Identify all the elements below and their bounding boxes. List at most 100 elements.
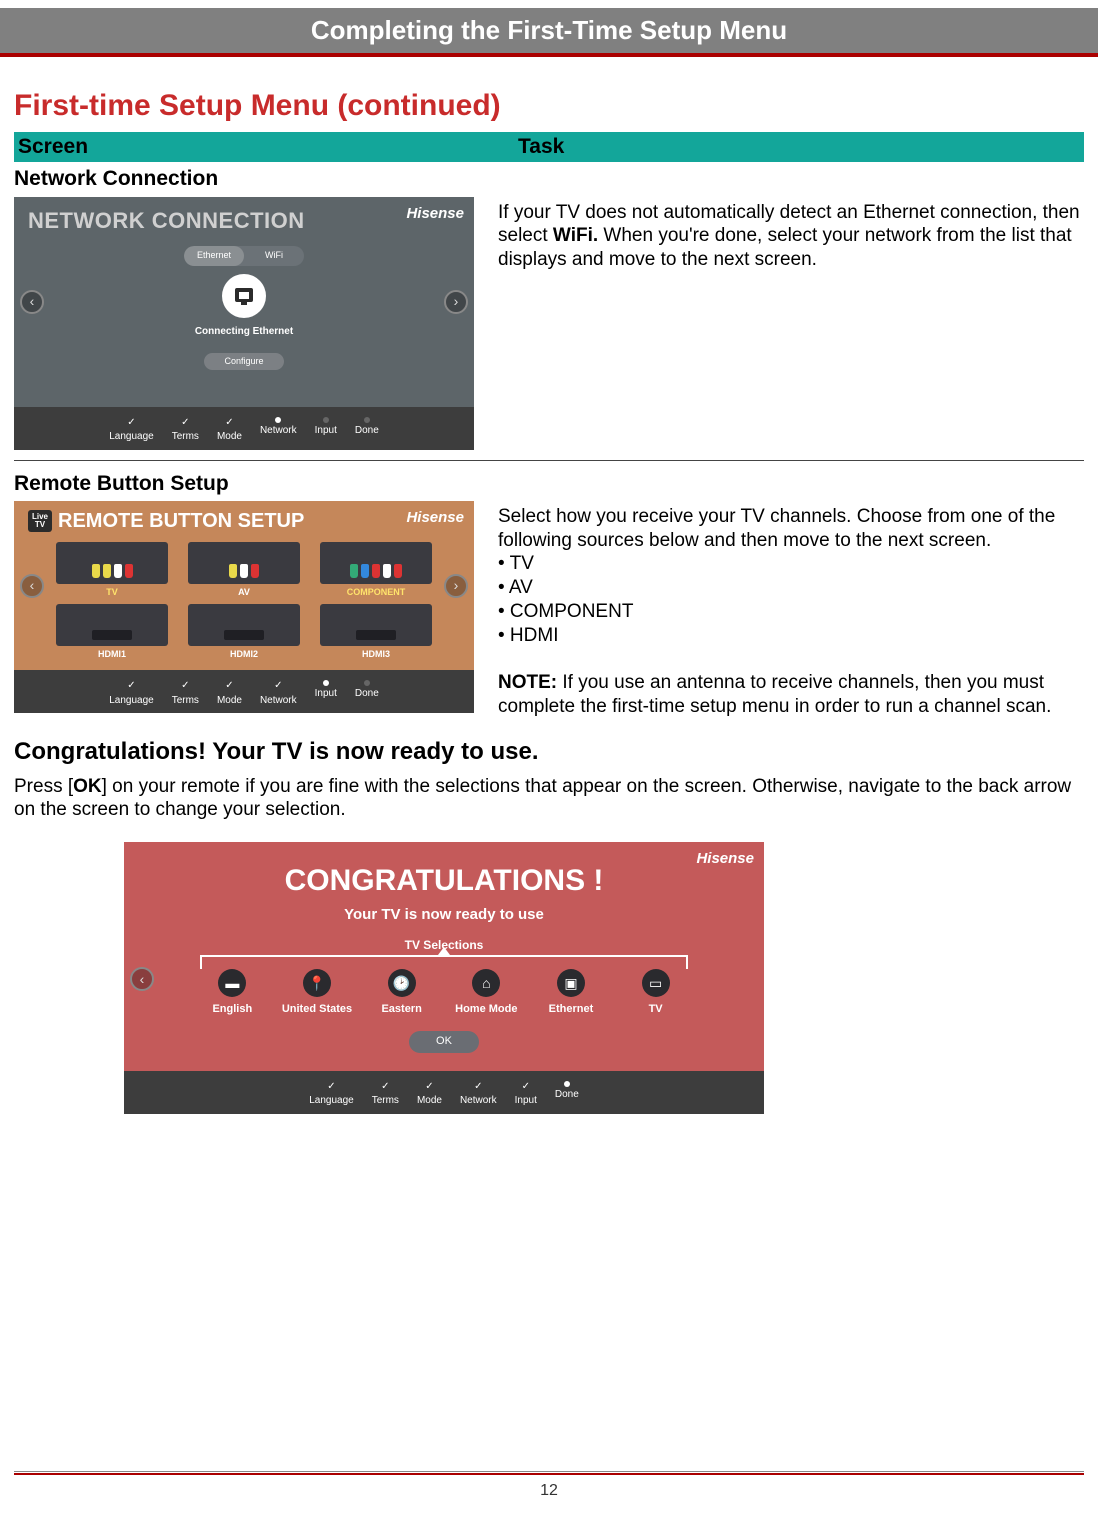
check-icon: ✓ bbox=[225, 680, 233, 693]
ethernet-icon: ▣ bbox=[557, 969, 585, 997]
row-label-network: Network Connection bbox=[14, 166, 1084, 192]
sel-input: ▭TV bbox=[616, 969, 696, 1017]
col-task: Task bbox=[518, 134, 564, 160]
dot-icon bbox=[323, 680, 329, 686]
connecting-text: Connecting Ethernet bbox=[28, 326, 460, 339]
check-icon: ✓ bbox=[327, 1081, 335, 1094]
input-label: TV bbox=[106, 587, 118, 598]
nav-left-icon[interactable]: ‹ bbox=[20, 290, 44, 314]
input-component[interactable]: COMPONENT bbox=[320, 542, 432, 598]
check-icon: ✓ bbox=[225, 417, 233, 430]
sel-label: United States bbox=[282, 1003, 352, 1017]
tv-icon: ▭ bbox=[642, 969, 670, 997]
ns-title: NETWORK CONNECTION bbox=[28, 207, 460, 235]
check-icon: ✓ bbox=[127, 417, 135, 430]
sel-network: ▣ Ethernet bbox=[531, 969, 611, 1017]
nav-left-icon[interactable]: ‹ bbox=[130, 967, 154, 991]
bullet-tv: • TV bbox=[498, 552, 1084, 576]
sel-label: Home Mode bbox=[455, 1003, 517, 1017]
ok-button[interactable]: OK bbox=[409, 1031, 479, 1053]
bracket-icon bbox=[200, 955, 688, 969]
tv-text: TV bbox=[35, 521, 45, 529]
step-network: Network bbox=[260, 695, 297, 708]
progress-bar: ✓ Language ✓ Terms ✓ Mode ✓ Network Input Do… bbox=[14, 670, 474, 713]
toggle-wifi[interactable]: WiFi bbox=[244, 246, 304, 266]
table-header: Screen Task bbox=[14, 132, 1084, 162]
pin-icon: 📍 bbox=[303, 969, 331, 997]
nav-right-icon[interactable]: › bbox=[444, 574, 468, 598]
step-language: Language bbox=[109, 695, 154, 708]
step-done: Done bbox=[355, 425, 379, 438]
dot-icon bbox=[564, 1081, 570, 1087]
clock-icon: 🕑 bbox=[388, 969, 416, 997]
input-hdmi3[interactable]: HDMI3 bbox=[320, 604, 432, 660]
live-tv-badge: Live TV bbox=[28, 510, 52, 532]
congrats-paragraph: Press [OK] on your remote if you are fin… bbox=[14, 775, 1084, 823]
task-intro: Select how you receive your TV channels.… bbox=[498, 505, 1084, 553]
flag-icon: ▬ bbox=[218, 969, 246, 997]
row-label-remote: Remote Button Setup bbox=[14, 471, 1084, 497]
step-network: Network bbox=[460, 1095, 497, 1108]
wifi-bold: WiFi. bbox=[553, 225, 598, 246]
ethernet-wifi-toggle[interactable]: Ethernet WiFi bbox=[184, 246, 304, 266]
input-label: HDMI1 bbox=[98, 649, 126, 660]
check-icon: ✓ bbox=[274, 680, 282, 693]
input-tv[interactable]: TV bbox=[56, 542, 168, 598]
step-language: Language bbox=[109, 431, 154, 444]
check-icon: ✓ bbox=[425, 1081, 433, 1094]
sel-mode: ⌂ Home Mode bbox=[446, 969, 526, 1017]
check-icon: ✓ bbox=[474, 1081, 482, 1094]
note-label: NOTE: bbox=[498, 672, 557, 693]
sel-english: ▬English bbox=[192, 969, 272, 1017]
input-hdmi2[interactable]: HDMI2 bbox=[188, 604, 300, 660]
step-network: Network bbox=[260, 425, 297, 438]
sel-label: Eastern bbox=[381, 1003, 421, 1017]
page-header: Completing the First-Time Setup Menu bbox=[0, 8, 1098, 53]
configure-button[interactable]: Configure bbox=[204, 353, 284, 370]
input-av[interactable]: AV bbox=[188, 542, 300, 598]
col-screen: Screen bbox=[18, 134, 518, 160]
step-terms: Terms bbox=[172, 431, 199, 444]
check-icon: ✓ bbox=[127, 680, 135, 693]
step-done: Done bbox=[555, 1089, 579, 1102]
hisense-logo: Hisense bbox=[406, 509, 464, 528]
ok-bold: OK bbox=[73, 776, 102, 797]
home-icon: ⌂ bbox=[472, 969, 500, 997]
text: Press [ bbox=[14, 776, 73, 797]
step-input: Input bbox=[315, 425, 337, 438]
cg-subtitle: Your TV is now ready to use bbox=[140, 906, 748, 925]
empty-icon bbox=[364, 417, 370, 423]
step-terms: Terms bbox=[372, 1095, 399, 1108]
empty-icon bbox=[364, 680, 370, 686]
progress-bar: ✓Language ✓Terms ✓Mode Network Input Don… bbox=[14, 407, 474, 450]
nav-left-icon[interactable]: ‹ bbox=[20, 574, 44, 598]
remote-task-text: Select how you receive your TV channels.… bbox=[498, 501, 1084, 719]
step-mode: Mode bbox=[217, 695, 242, 708]
bullet-hdmi: • HDMI bbox=[498, 624, 1084, 648]
hisense-logo: Hisense bbox=[406, 205, 464, 224]
header-rule bbox=[0, 53, 1098, 57]
input-hdmi1[interactable]: HDMI1 bbox=[56, 604, 168, 660]
ethernet-icon bbox=[222, 274, 266, 318]
sel-country: 📍 United States bbox=[277, 969, 357, 1017]
network-task-text: If your TV does not automatically detect… bbox=[498, 197, 1084, 272]
step-language: Language bbox=[309, 1095, 354, 1108]
step-input: Input bbox=[515, 1095, 537, 1108]
congratulations-screenshot: Hisense CONGRATULATIONS ! Your TV is now… bbox=[124, 842, 764, 1114]
step-done: Done bbox=[355, 688, 379, 701]
sel-label: Ethernet bbox=[549, 1003, 594, 1017]
check-icon: ✓ bbox=[522, 1081, 530, 1094]
remote-button-screenshot: Live TV REMOTE BUTTON SETUP Hisense TV A… bbox=[14, 501, 474, 714]
footer-rule bbox=[14, 1473, 1084, 1475]
input-label: HDMI3 bbox=[362, 649, 390, 660]
step-terms: Terms bbox=[172, 695, 199, 708]
step-input: Input bbox=[315, 688, 337, 701]
check-icon: ✓ bbox=[181, 417, 189, 430]
network-connection-screenshot: NETWORK CONNECTION Hisense Ethernet WiFi… bbox=[14, 197, 474, 450]
check-icon: ✓ bbox=[181, 680, 189, 693]
hisense-logo: Hisense bbox=[696, 850, 754, 869]
dot-icon bbox=[275, 417, 281, 423]
nav-right-icon[interactable]: › bbox=[444, 290, 468, 314]
input-label: AV bbox=[238, 587, 250, 598]
toggle-ethernet[interactable]: Ethernet bbox=[184, 246, 244, 266]
